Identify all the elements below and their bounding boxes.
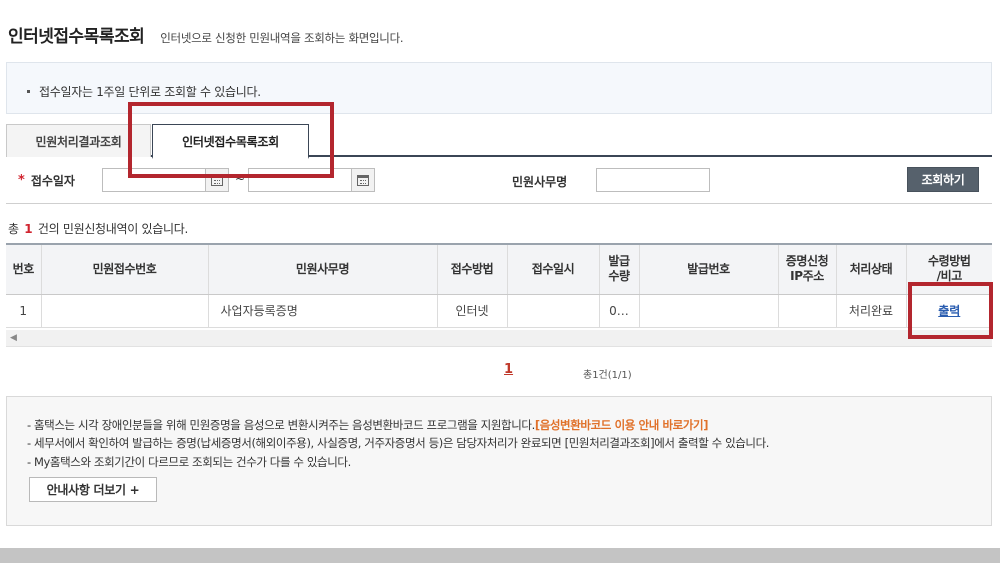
result-table: 번호 민원접수번호 민원사무명 접수방법 접수일시 발급 수량 발급번호 증명신… [6, 243, 992, 328]
required-icon: * [18, 173, 25, 188]
col-receive: 수령방법 /비고 [905, 243, 992, 295]
date-label-text: 접수일자 [30, 174, 75, 188]
bottom-bar [0, 548, 1000, 563]
date-to-input[interactable] [248, 168, 352, 192]
cell-no: 1 [6, 294, 41, 328]
more-info-button[interactable]: 안내사항 더보기 + [29, 477, 157, 502]
cell-datetime [506, 294, 599, 328]
col-status: 처리상태 [835, 243, 906, 295]
tab-bar: 민원처리결과조회 인터넷접수목록조회 [6, 124, 992, 159]
calendar-icon [211, 174, 223, 186]
cell-receipt-no [40, 294, 208, 328]
calendar-from-button[interactable] [205, 168, 229, 192]
cell-ip [777, 294, 836, 328]
page-header: 인터넷접수목록조회 인터넷으로 신청한 민원내역을 조회하는 화면입니다. [8, 22, 404, 47]
result-count: 총 1 건의 민원신청내역이 있습니다. [8, 220, 188, 237]
cell-receive: 출력 [905, 294, 992, 328]
page-description: 인터넷으로 신청한 민원내역을 조회하는 화면입니다. [160, 31, 404, 45]
table-row: 1 사업자등록증명 인터넷 0… 처리완료 출력 [6, 294, 992, 328]
date-label: * 접수일자 [18, 172, 75, 189]
result-suffix: 건의 민원신청내역이 있습니다. [37, 222, 189, 236]
voice-barcode-link[interactable]: [음성변환바코드 이용 안내 바로가기] [535, 418, 709, 432]
notice-box-bottom: - 홈택스는 시각 장애인분들을 위해 민원증명을 음성으로 변환시켜주는 음성… [6, 396, 992, 526]
page-total: 총1건(1/1) [583, 370, 632, 381]
notice-line-2: - 세무서에서 확인하여 발급하는 증명(납세증명서(해외이주용), 사실증명,… [27, 436, 770, 450]
notice-line-1-text: - 홈택스는 시각 장애인분들을 위해 민원증명을 음성으로 변환시켜주는 음성… [27, 418, 535, 432]
calendar-to-button[interactable] [351, 168, 375, 192]
calendar-icon [357, 174, 369, 186]
cell-status: 처리완료 [835, 294, 906, 328]
notice-line-3: - My홈택스와 조회기간이 다르므로 조회되는 건수가 다를 수 있습니다. [27, 455, 351, 469]
table-header-row: 번호 민원접수번호 민원사무명 접수방법 접수일시 발급 수량 발급번호 증명신… [6, 243, 992, 295]
bullet-icon [27, 90, 30, 93]
date-separator: ~ [235, 172, 246, 186]
col-datetime: 접수일시 [506, 243, 599, 295]
notice-text: 접수일자는 1주일 단위로 조회할 수 있습니다. [39, 85, 261, 99]
col-quantity: 발급 수량 [598, 243, 639, 295]
cell-method: 인터넷 [436, 294, 507, 328]
col-civil-name: 민원사무명 [207, 243, 437, 295]
col-receipt-no: 민원접수번호 [40, 243, 208, 295]
notice-line-1: - 홈택스는 시각 장애인분들을 위해 민원증명을 음성으로 변환시켜주는 음성… [27, 417, 708, 433]
print-link[interactable]: 출력 [938, 304, 960, 318]
search-button[interactable]: 조회하기 [907, 167, 979, 192]
notice-box-top: 접수일자는 1주일 단위로 조회할 수 있습니다. [6, 62, 992, 114]
result-count-number: 1 [24, 222, 33, 236]
cell-issue-no [638, 294, 778, 328]
page-number-current[interactable]: 1 [504, 362, 513, 377]
col-ip: 증명신청 IP주소 [777, 243, 836, 295]
col-no: 번호 [6, 243, 41, 295]
page-title: 인터넷접수목록조회 [8, 27, 145, 47]
tab-civil-result[interactable]: 민원처리결과조회 [6, 124, 151, 157]
tab-internet-list[interactable]: 인터넷접수목록조회 [152, 124, 309, 159]
search-form: * 접수일자 ~ 민원사무명 조회하기 [6, 157, 992, 204]
civil-name-label: 민원사무명 [512, 175, 568, 189]
col-method: 접수방법 [436, 243, 507, 295]
cell-quantity: 0… [598, 294, 639, 328]
col-issue-no: 발급번호 [638, 243, 778, 295]
cell-civil-name: 사업자등록증명 [207, 294, 437, 328]
date-from-input[interactable] [102, 168, 206, 192]
scroll-left-icon[interactable]: ◀ [10, 333, 17, 343]
civil-name-input[interactable] [596, 168, 710, 192]
horizontal-scrollbar[interactable]: ◀ [6, 330, 992, 347]
result-prefix: 총 [8, 222, 19, 236]
